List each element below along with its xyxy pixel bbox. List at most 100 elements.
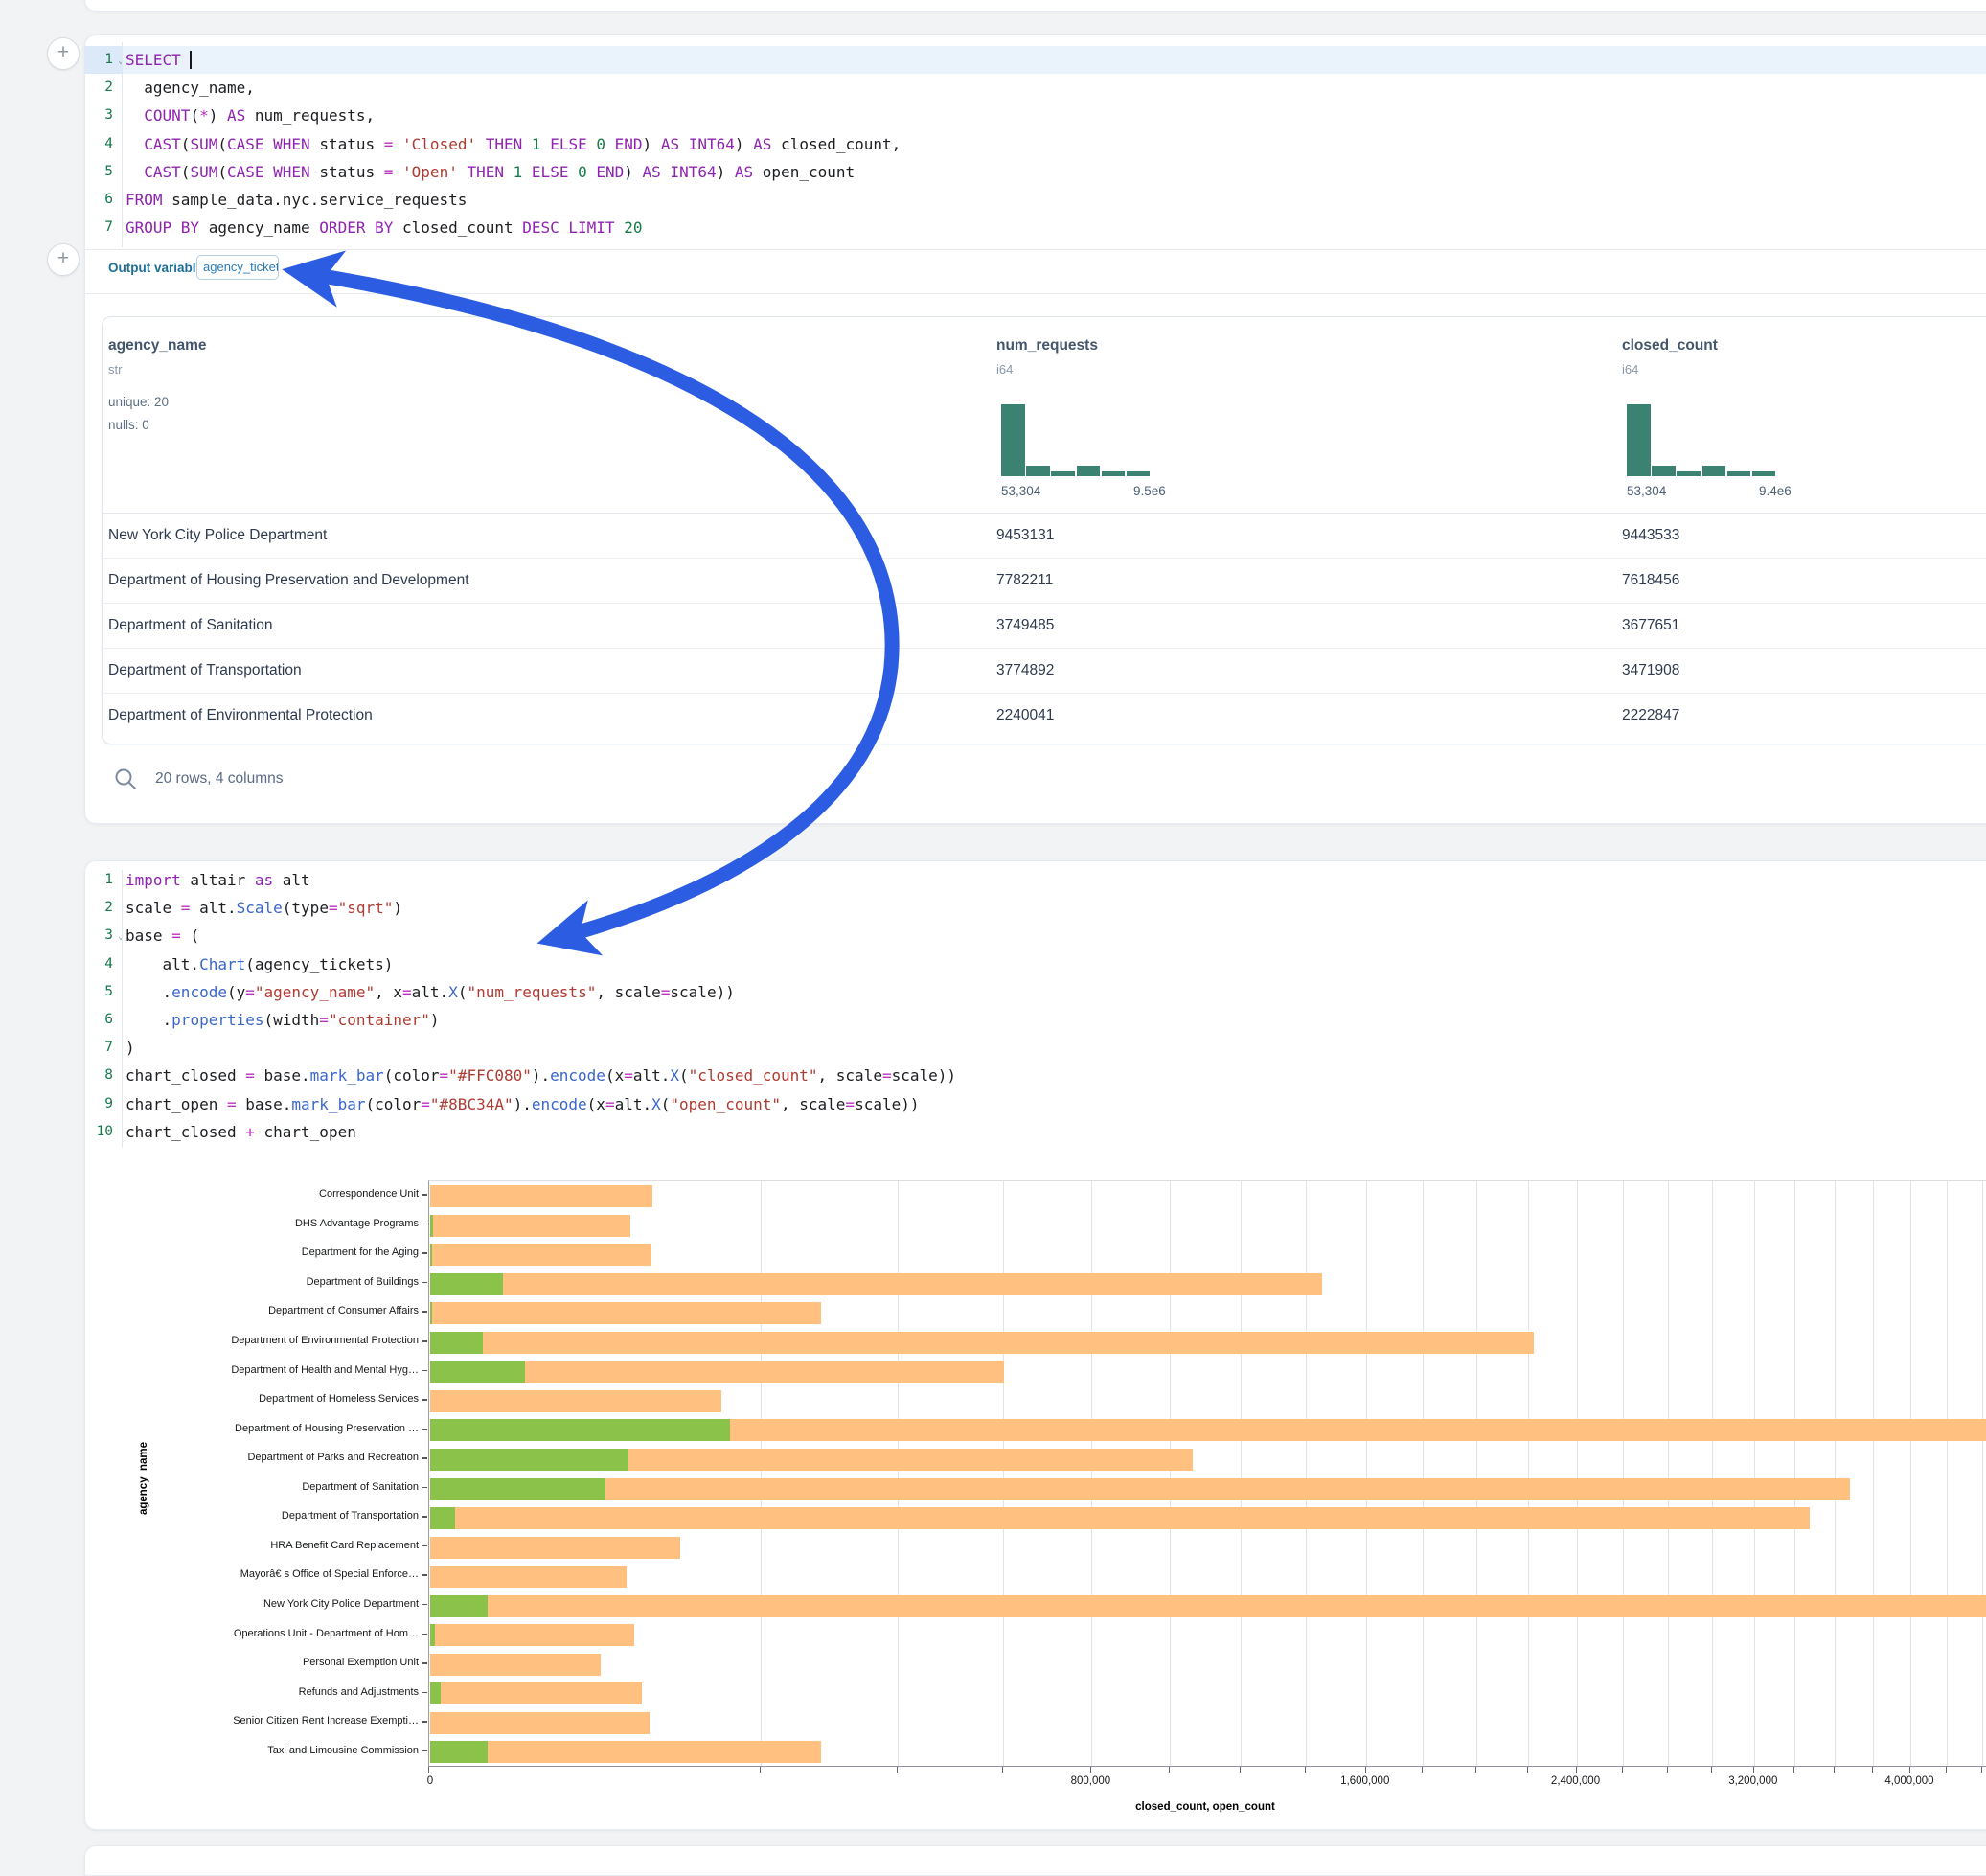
closed-count-bar (430, 1185, 652, 1207)
open-count-bar (430, 1244, 432, 1266)
column-header-agency_name[interactable]: agency_name (108, 337, 207, 355)
histogram-bar (1702, 466, 1726, 476)
table-cell: New York City Police Department (108, 513, 327, 558)
column-header-closed_count[interactable]: closed_count (1622, 337, 1718, 355)
x-axis-tick (1753, 1767, 1754, 1773)
x-axis-tick-label: 4,000,000 (1884, 1775, 1933, 1787)
histogram-min-label: 53,304 (1001, 484, 1040, 498)
line-number: 7 (104, 214, 113, 241)
code-text: chart_open = base.mark_bar(color="#8BC34… (126, 1090, 920, 1118)
histogram-max-label: 9.4e6 (1759, 484, 1792, 498)
code-text: base = ( (126, 922, 199, 949)
table-row[interactable]: Department of Environmental Protection22… (102, 693, 1986, 738)
code-line[interactable]: 9chart_open = base.mark_bar(color="#8BC3… (84, 1090, 1986, 1118)
code-line[interactable]: 2 agency_name, (84, 74, 1986, 102)
x-axis-tick (1576, 1767, 1577, 1773)
code-text: SELECT (126, 46, 192, 74)
closed-count-bar (430, 1741, 821, 1763)
closed-count-bar (430, 1624, 634, 1646)
line-number: 4 (104, 130, 113, 158)
code-text: CAST(SUM(CASE WHEN status = 'Open' THEN … (126, 158, 855, 186)
x-axis-tick-label: 0 (427, 1775, 433, 1787)
table-row[interactable]: Department of Housing Preservation and D… (102, 558, 1986, 604)
x-axis-tick (1090, 1767, 1091, 1773)
x-axis-tick-label: 800,000 (1071, 1775, 1111, 1787)
y-axis-tick (422, 1252, 427, 1254)
code-line[interactable]: 8chart_closed = base.mark_bar(color="#FF… (84, 1062, 1986, 1089)
chevron-down-icon[interactable]: ⌄ (118, 47, 124, 75)
gridline (1170, 1181, 1171, 1767)
line-number-gutter: 7 (84, 214, 122, 241)
sql-code-editor[interactable]: 1⌄SELECT 2 agency_name,3 COUNT(*) AS num… (84, 46, 1986, 241)
code-line[interactable]: 10chart_closed + chart_open (84, 1118, 1986, 1146)
table-row[interactable]: Department of Transportation377489234719… (102, 648, 1986, 694)
line-number: 5 (104, 978, 113, 1006)
y-axis-tick (422, 1194, 427, 1196)
y-axis-tick (422, 1662, 427, 1664)
chevron-down-icon[interactable]: ⌄ (118, 923, 124, 950)
code-line[interactable]: 6 .properties(width="container") (84, 1006, 1986, 1034)
y-axis-label: Taxi and Limousine Commission (103, 1745, 419, 1756)
open-count-bar (430, 1624, 435, 1646)
y-axis-label: Correspondence Unit (103, 1188, 419, 1200)
line-number: 2 (104, 894, 113, 922)
python-code-editor[interactable]: 1import altair as alt2scale = alt.Scale(… (84, 866, 1986, 1146)
code-text: agency_name, (126, 74, 255, 102)
gridline (1091, 1181, 1092, 1767)
code-line[interactable]: 2scale = alt.Scale(type="sqrt") (84, 894, 1986, 922)
gridline (761, 1181, 762, 1767)
code-line[interactable]: 4 CAST(SUM(CASE WHEN status = 'Closed' T… (84, 130, 1986, 158)
histogram-bar (1127, 471, 1151, 476)
line-number: 8 (104, 1062, 113, 1089)
table-cell: Department of Housing Preservation and D… (108, 558, 469, 603)
code-line[interactable]: 3 COUNT(*) AS num_requests, (84, 102, 1986, 129)
code-line[interactable]: 5 CAST(SUM(CASE WHEN status = 'Open' THE… (84, 158, 1986, 186)
code-line[interactable]: 7) (84, 1034, 1986, 1062)
closed-count-bar (430, 1332, 1534, 1354)
column-header-num_requests[interactable]: num_requests (996, 337, 1098, 355)
column-type: i64 (996, 362, 1013, 377)
y-axis-label: Refunds and Adjustments (103, 1686, 419, 1698)
open-count-bar (430, 1419, 730, 1441)
x-axis-tick-label: 2,400,000 (1551, 1775, 1600, 1787)
code-line[interactable]: 7GROUP BY agency_name ORDER BY closed_co… (84, 214, 1986, 241)
line-number: 4 (104, 950, 113, 978)
gridline (1712, 1181, 1713, 1767)
open-count-bar (430, 1595, 488, 1617)
gridline (1794, 1181, 1795, 1767)
closed-count-bar (430, 1566, 627, 1588)
line-number: 2 (104, 74, 113, 102)
search-icon[interactable] (113, 766, 138, 791)
gridline (1528, 1181, 1529, 1767)
closed-count-bar (430, 1478, 1850, 1500)
line-number: 5 (104, 158, 113, 186)
x-axis-tick (1981, 1767, 1982, 1773)
y-axis-tick (422, 1399, 427, 1401)
code-line[interactable]: 4 alt.Chart(agency_tickets) (84, 950, 1986, 978)
output-variable-pill[interactable]: agency_tickets (196, 255, 279, 280)
next-cell-edge (84, 1845, 1986, 1876)
line-number: 7 (104, 1034, 113, 1062)
notebook-page: 1⌄SELECT 2 agency_name,3 COUNT(*) AS num… (0, 0, 1986, 1863)
code-text: alt.Chart(agency_tickets) (126, 950, 393, 978)
y-axis-tick (422, 1750, 427, 1752)
table-row[interactable]: Department of Sanitation37494853677651 (102, 603, 1986, 649)
x-axis-tick (760, 1767, 761, 1773)
add-cell-button-top[interactable]: + (47, 37, 80, 70)
table-cell: 3471908 (1622, 648, 1679, 693)
code-line[interactable]: 5 .encode(y="agency_name", x=alt.X("num_… (84, 978, 1986, 1006)
code-line[interactable]: 3⌄base = ( (84, 922, 1986, 949)
x-axis-tick (428, 1767, 429, 1773)
code-line[interactable]: 1⌄SELECT (84, 46, 1986, 74)
x-axis-tick (1667, 1767, 1668, 1773)
line-number-gutter: 8 (84, 1062, 122, 1089)
table-cell: 7782211 (996, 558, 1053, 603)
y-axis-tick (422, 1634, 427, 1636)
code-line[interactable]: 1import altair as alt (84, 866, 1986, 894)
text-cursor (190, 51, 192, 69)
table-row[interactable]: New York City Police Department945313194… (102, 513, 1986, 559)
open-count-bar (430, 1449, 628, 1471)
code-line[interactable]: 6FROM sample_data.nyc.service_requests (84, 186, 1986, 214)
gridline (1366, 1181, 1367, 1767)
add-cell-button-middle[interactable]: + (47, 243, 80, 276)
